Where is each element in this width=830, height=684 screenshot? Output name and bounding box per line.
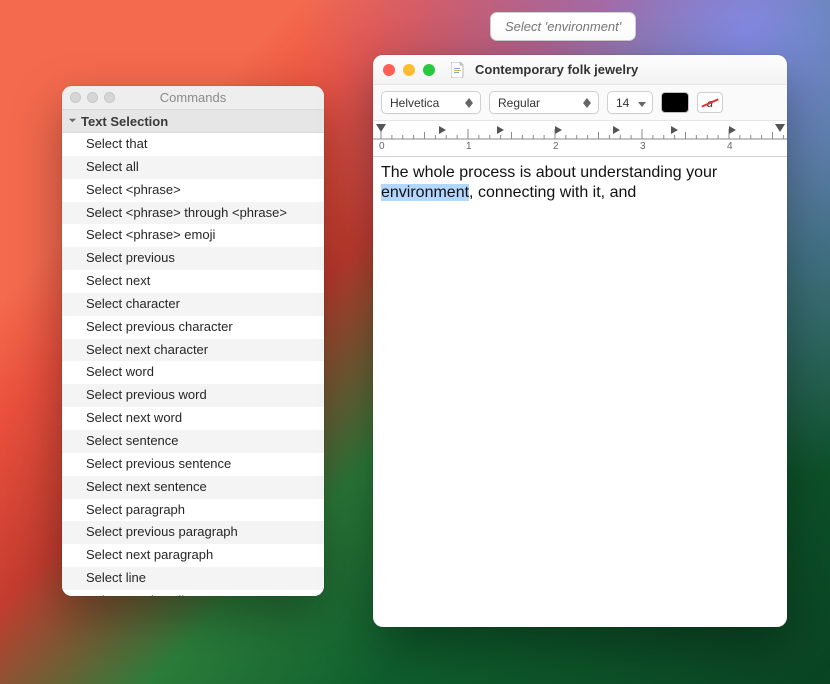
command-item[interactable]: Select next (62, 270, 324, 293)
voice-command-tooltip: Select 'environment' (490, 12, 636, 41)
command-item[interactable]: Select all (62, 156, 324, 179)
section-header-text-selection[interactable]: Text Selection (62, 110, 324, 133)
font-family-select[interactable]: Helvetica (381, 91, 481, 114)
command-item[interactable]: Select paragraph (62, 499, 324, 522)
tab-stop-marker[interactable] (555, 121, 563, 139)
section-title: Text Selection (81, 114, 168, 129)
textedit-titlebar[interactable]: Contemporary folk jewelry (373, 55, 787, 85)
command-item[interactable]: Select word (62, 361, 324, 384)
command-item[interactable]: Select next word (62, 407, 324, 430)
text-color-swatch[interactable] (661, 92, 689, 113)
font-family-value: Helvetica (390, 96, 439, 110)
command-item[interactable]: Select sentence (62, 430, 324, 453)
ruler-number: 4 (727, 141, 733, 152)
ruler[interactable]: 0 1 2 3 4 (373, 121, 787, 157)
font-weight-value: Regular (498, 96, 540, 110)
tab-stop-marker[interactable] (613, 121, 621, 139)
zoom-icon[interactable] (423, 64, 435, 76)
command-item[interactable]: Select <phrase> through <phrase> (62, 202, 324, 225)
tab-stop-marker[interactable] (439, 121, 447, 139)
command-item[interactable]: Select next sentence (62, 476, 324, 499)
tab-stop-marker[interactable] (671, 121, 679, 139)
command-item[interactable]: Select next character (62, 339, 324, 362)
commands-titlebar[interactable]: Commands (62, 86, 324, 110)
font-weight-select[interactable]: Regular (489, 91, 599, 114)
selected-text: environment (381, 184, 469, 201)
command-item[interactable]: Select previous paragraph (62, 521, 324, 544)
close-icon[interactable] (383, 64, 395, 76)
command-item[interactable]: Select line (62, 567, 324, 590)
command-item[interactable]: Select previous (62, 247, 324, 270)
tab-stop-marker[interactable] (729, 121, 737, 139)
minimize-icon[interactable] (403, 64, 415, 76)
body-text-before: The whole process is about understanding… (381, 164, 717, 181)
ruler-number: 0 (379, 141, 385, 152)
tab-stop-marker[interactable] (497, 121, 505, 139)
document-title: Contemporary folk jewelry (475, 62, 638, 77)
desktop: Select 'environment' Commands Text Selec… (0, 0, 830, 684)
command-item[interactable]: Select previous word (62, 384, 324, 407)
command-item[interactable]: Select that (62, 133, 324, 156)
commands-window-title: Commands (62, 90, 324, 105)
textedit-window: Contemporary folk jewelry Helvetica Regu… (373, 55, 787, 627)
body-text-after: , connecting with it, and (469, 184, 636, 201)
command-item[interactable]: Select character (62, 293, 324, 316)
command-item[interactable]: Select previous character (62, 316, 324, 339)
formatting-toolbar: Helvetica Regular 14 a (373, 85, 787, 121)
commands-list: Select thatSelect allSelect <phrase>Sele… (62, 133, 324, 596)
command-item[interactable]: Select <phrase> (62, 179, 324, 202)
ruler-number: 3 (640, 141, 646, 152)
command-item[interactable]: Select previous line (62, 590, 324, 596)
stepper-icon (464, 98, 474, 108)
commands-window: Commands Text Selection Select thatSelec… (62, 86, 324, 596)
text-style-button[interactable]: a (697, 92, 723, 113)
chevron-down-icon (68, 116, 77, 128)
right-indent-marker[interactable] (775, 121, 785, 139)
document-body[interactable]: The whole process is about understanding… (373, 157, 787, 627)
font-size-select[interactable]: 14 (607, 91, 653, 114)
ruler-number: 2 (553, 141, 559, 152)
first-line-indent-marker[interactable] (376, 121, 386, 139)
ruler-number: 1 (466, 141, 472, 152)
stepper-icon (582, 98, 592, 108)
command-item[interactable]: Select next paragraph (62, 544, 324, 567)
command-item[interactable]: Select previous sentence (62, 453, 324, 476)
command-item[interactable]: Select <phrase> emoji (62, 224, 324, 247)
document-icon (451, 62, 465, 78)
chevron-down-icon (638, 96, 646, 110)
font-size-value: 14 (616, 96, 629, 110)
